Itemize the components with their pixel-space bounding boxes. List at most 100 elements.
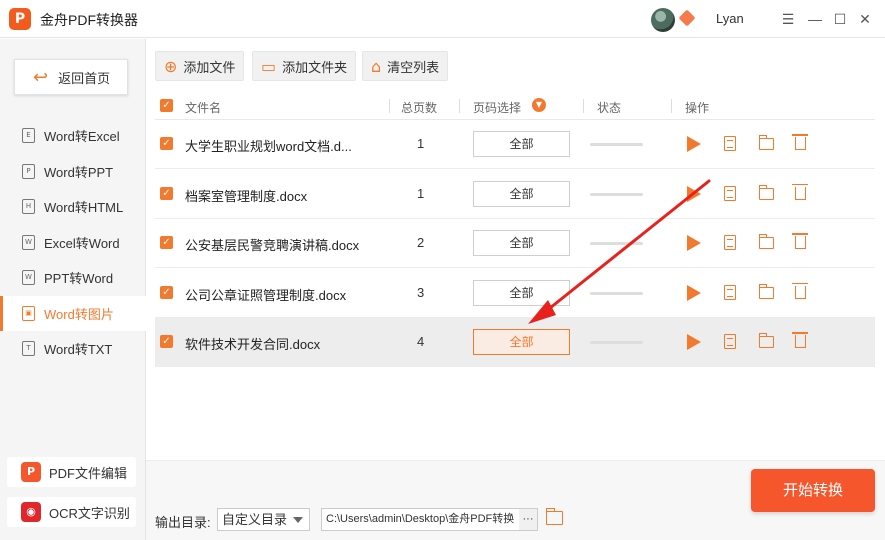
play-icon[interactable] [687, 136, 701, 152]
play-icon[interactable] [687, 334, 701, 350]
maximize-button[interactable]: ☐ [830, 8, 850, 30]
document-icon[interactable] [724, 235, 736, 250]
page-range-select[interactable]: 全部 [473, 131, 570, 157]
page-range-select[interactable]: 全部 [473, 230, 570, 256]
add-file-label: 添加文件 [183, 59, 236, 75]
play-icon[interactable] [687, 284, 701, 301]
open-folder-icon[interactable] [546, 508, 563, 525]
page-count: 4 [417, 334, 425, 349]
menu-icon[interactable]: ☰ [778, 8, 798, 30]
header-status: 状态 [597, 101, 622, 115]
sidebar-item-6[interactable]: T Word转TXT [0, 331, 146, 367]
sidebar: ↩ 返回首页 E Word转Excel P Word转PPT H Word转HTML W Ex… [0, 39, 146, 540]
sidebar-item-label: PPT转Word [44, 271, 114, 287]
ocr-button[interactable]: ◉ OCR文字识别 [7, 497, 136, 527]
page-range-select[interactable]: 全部 [473, 329, 570, 355]
output-mode-select[interactable]: 自定义目录 [217, 508, 310, 531]
pdf-edit-button[interactable]: P PDF文件编辑 [7, 457, 136, 487]
title-bar: P 金舟PDF转换器 Lyan ☰ — ☐ ✕ [0, 0, 885, 38]
page-range-select[interactable]: 全部 [473, 279, 570, 306]
table-row[interactable]: ✓ 软件技术开发合同.docx 4 全部 [155, 317, 875, 367]
sidebar-item-2[interactable]: H Word转HTML [0, 189, 146, 225]
row-checkbox[interactable]: ✓ [160, 335, 173, 348]
app-logo-icon: P [9, 8, 31, 30]
plus-circle-icon: ⊕ [164, 56, 178, 76]
folder-icon[interactable] [759, 234, 774, 249]
sidebar-item-0[interactable]: E Word转Excel [0, 118, 146, 154]
row-checkbox[interactable]: ✓ [160, 236, 173, 249]
header-page-range: 页码选择 [473, 101, 522, 115]
output-path-field[interactable]: C:\Users\admin\Desktop\金舟PDF转换 ··· [321, 508, 538, 531]
folder-icon[interactable] [759, 333, 774, 348]
trash-icon[interactable] [792, 183, 808, 200]
sidebar-item-1[interactable]: P Word转PPT [0, 154, 146, 190]
add-file-button[interactable]: ⊕ 添加文件 [155, 51, 245, 81]
page-count: 2 [417, 235, 425, 250]
start-convert-button[interactable]: 开始转换 [751, 469, 875, 512]
header-divider [583, 99, 584, 113]
file-name: 档案室管理制度.docx [185, 188, 308, 204]
trash-icon[interactable] [792, 233, 808, 249]
table-row[interactable]: ✓ 公安基层民警竞聘演讲稿.docx 2 全部 [155, 218, 875, 268]
play-icon[interactable] [687, 235, 701, 251]
document-icon[interactable] [724, 284, 736, 300]
table-row[interactable]: ✓ 档案室管理制度.docx 1 全部 [155, 169, 875, 219]
chevron-down-icon [293, 517, 303, 523]
page-range-select[interactable]: 全部 [473, 180, 570, 207]
add-folder-button[interactable]: ▭ 添加文件夹 [252, 51, 357, 81]
browse-button[interactable]: ··· [519, 509, 537, 530]
ocr-eye-icon: ◉ [21, 502, 41, 522]
status-progress-bar [590, 341, 643, 344]
file-name: 软件技术开发合同.docx [185, 337, 321, 352]
row-checkbox[interactable]: ✓ [160, 137, 173, 150]
app-title: 金舟PDF转换器 [40, 12, 138, 28]
close-button[interactable]: ✕ [855, 8, 875, 30]
document-icon: H [22, 199, 35, 215]
sidebar-item-5[interactable]: ▣ Word转图片 [0, 295, 146, 331]
document-icon[interactable] [724, 334, 736, 349]
folder-icon[interactable] [759, 135, 774, 150]
row-checkbox[interactable]: ✓ [160, 186, 173, 200]
status-progress-bar [590, 291, 643, 295]
document-icon: P [22, 163, 35, 179]
minimize-button[interactable]: — [805, 8, 825, 30]
header-divider [459, 99, 460, 113]
sidebar-item-label: Word转图片 [44, 306, 114, 322]
trash-icon[interactable] [792, 282, 808, 299]
sidebar-item-label: Word转Excel [44, 129, 120, 145]
output-mode-value: 自定义目录 [222, 512, 288, 527]
folder-icon[interactable] [759, 283, 774, 299]
trash-icon[interactable] [792, 134, 808, 150]
row-checkbox[interactable]: ✓ [160, 285, 173, 299]
file-name: 大学生职业规划word文档.d... [185, 139, 352, 154]
header-pages: 总页数 [401, 101, 438, 115]
document-icon: T [22, 341, 35, 357]
back-home-button[interactable]: ↩ 返回首页 [14, 59, 128, 95]
sidebar-item-3[interactable]: W Excel转Word [0, 225, 146, 261]
page-range-dropdown-icon[interactable]: ▼ [532, 98, 546, 112]
sidebar-item-label: Word转HTML [44, 200, 124, 216]
conversion-nav: E Word转Excel P Word转PPT H Word转HTML W Excel转Wor… [0, 118, 146, 367]
document-icon[interactable] [724, 136, 736, 151]
sidebar-item-4[interactable]: W PPT转Word [0, 260, 146, 296]
document-icon: W [22, 270, 35, 286]
sidebar-item-label: Word转TXT [44, 342, 113, 358]
document-icon: W [22, 234, 35, 250]
sidebar-item-label: Excel转Word [44, 235, 120, 251]
select-all-checkbox[interactable]: ✓ [160, 99, 173, 112]
table-row[interactable]: ✓ 公司公章证照管理制度.docx 3 全部 [155, 268, 875, 318]
play-icon[interactable] [687, 185, 701, 202]
vip-diamond-icon[interactable] [678, 9, 696, 27]
table-row[interactable]: ✓ 大学生职业规划word文档.d... 1 全部 [155, 119, 875, 169]
page-count: 1 [417, 136, 425, 151]
status-progress-bar [590, 242, 643, 245]
username[interactable]: Lyan [716, 11, 744, 26]
page-count: 1 [417, 185, 425, 201]
pdf-edit-label: PDF文件编辑 [49, 465, 128, 481]
user-avatar[interactable] [651, 8, 675, 32]
file-name: 公安基层民警竞聘演讲稿.docx [185, 238, 360, 253]
clear-list-button[interactable]: ⌂ 清空列表 [362, 51, 449, 81]
document-icon[interactable] [724, 185, 736, 201]
folder-icon[interactable] [759, 184, 774, 200]
trash-icon[interactable] [792, 332, 808, 348]
